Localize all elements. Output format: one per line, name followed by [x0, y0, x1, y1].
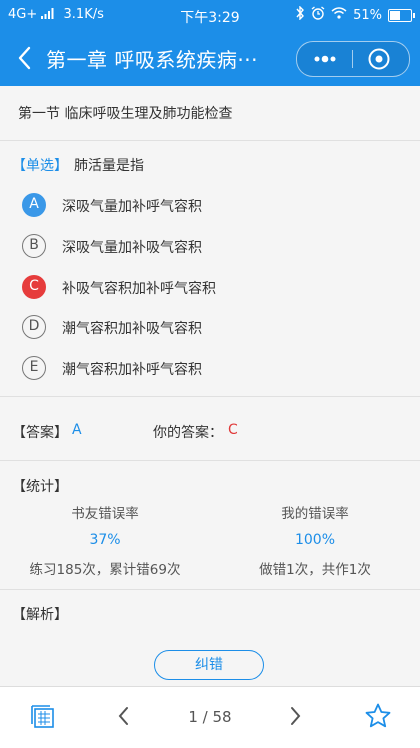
- divider: [0, 460, 420, 461]
- your-answer: C: [228, 422, 238, 438]
- bluetooth-icon: [295, 5, 305, 24]
- option-letter: C: [22, 275, 46, 299]
- previous-button[interactable]: [116, 706, 132, 730]
- friends-error-title: 书友错误率: [71, 506, 139, 522]
- your-answer-label: 你的答案：: [153, 425, 223, 441]
- option-a[interactable]: A 深吸气量加补呼气容积: [22, 193, 402, 221]
- back-button[interactable]: [14, 44, 38, 72]
- target-circle-icon: [368, 48, 390, 70]
- status-bar: 4G+ 3.1K/s 下午3:29 51%: [0, 0, 420, 30]
- page-title: 第一章 呼吸系统疾病···: [46, 48, 258, 72]
- battery-icon: [388, 8, 415, 22]
- stats-label: 【统计】: [12, 479, 68, 495]
- page-indicator: 1 / 58: [188, 708, 232, 726]
- option-c[interactable]: C 补吸气容积加补呼气容积: [22, 275, 402, 303]
- my-error-title: 我的错误率: [281, 506, 349, 522]
- correct-answer: A: [72, 422, 82, 438]
- question-list-button[interactable]: [30, 704, 56, 734]
- chevron-right-icon: [291, 707, 301, 725]
- option-text: 潮气容积加补呼气容积: [62, 362, 202, 378]
- chevron-left-icon: [18, 46, 31, 70]
- close-miniprogram-button[interactable]: [367, 47, 391, 71]
- more-button[interactable]: [309, 50, 341, 68]
- option-text: 深吸气量加补吸气容积: [62, 240, 202, 256]
- option-e[interactable]: E 潮气容积加补呼气容积: [22, 356, 402, 384]
- option-letter: D: [22, 315, 46, 339]
- option-letter: E: [22, 356, 46, 380]
- capsule-divider: [352, 50, 353, 68]
- divider: [0, 589, 420, 590]
- favorite-button[interactable]: [364, 702, 392, 734]
- alarm-icon: [311, 6, 325, 24]
- battery-percent: 51%: [353, 7, 382, 23]
- option-text: 潮气容积加补吸气容积: [62, 321, 202, 337]
- option-text: 补吸气容积加补呼气容积: [62, 281, 216, 297]
- next-button[interactable]: [287, 706, 303, 730]
- question-content: 第一节 临床呼吸生理及肺功能检查 【单选】 肺活量是指 A 深吸气量加补呼气容积…: [0, 86, 420, 686]
- friends-error-detail: 练习185次，累计错69次: [29, 562, 181, 578]
- option-d[interactable]: D 潮气容积加补吸气容积: [22, 315, 402, 343]
- report-error-button[interactable]: 纠错: [154, 650, 264, 680]
- my-error-detail: 做错1次，共作1次: [259, 562, 371, 578]
- mini-program-capsule: [296, 41, 410, 77]
- divider: [0, 396, 420, 397]
- status-right: 51%: [295, 5, 415, 24]
- analysis-label: 【解析】: [12, 607, 68, 623]
- grid-list-icon: [31, 705, 54, 728]
- friends-error-rate: 37%: [89, 532, 121, 548]
- question-text: 肺活量是指: [74, 158, 144, 174]
- my-error-rate: 100%: [294, 532, 336, 548]
- section-title: 第一节 临床呼吸生理及肺功能检查: [18, 106, 233, 122]
- answer-label: 【答案】: [12, 425, 68, 441]
- option-b[interactable]: B 深吸气量加补吸气容积: [22, 234, 402, 262]
- title-bar: 第一章 呼吸系统疾病···: [0, 30, 420, 86]
- divider: [0, 140, 420, 141]
- option-text: 深吸气量加补呼气容积: [62, 199, 202, 215]
- friends-stats: 书友错误率 37% 练习185次，累计错69次: [0, 502, 210, 578]
- more-dots-icon: [314, 55, 336, 63]
- wifi-icon: [331, 7, 347, 23]
- my-stats: 我的错误率 100% 做错1次，共作1次: [210, 502, 420, 578]
- option-letter: A: [22, 193, 46, 217]
- star-icon: [365, 703, 391, 728]
- bottom-bar: 1 / 58: [0, 686, 420, 748]
- question-type-tag: 【单选】: [12, 158, 68, 174]
- chevron-left-icon: [118, 707, 128, 725]
- option-letter: B: [22, 234, 46, 258]
